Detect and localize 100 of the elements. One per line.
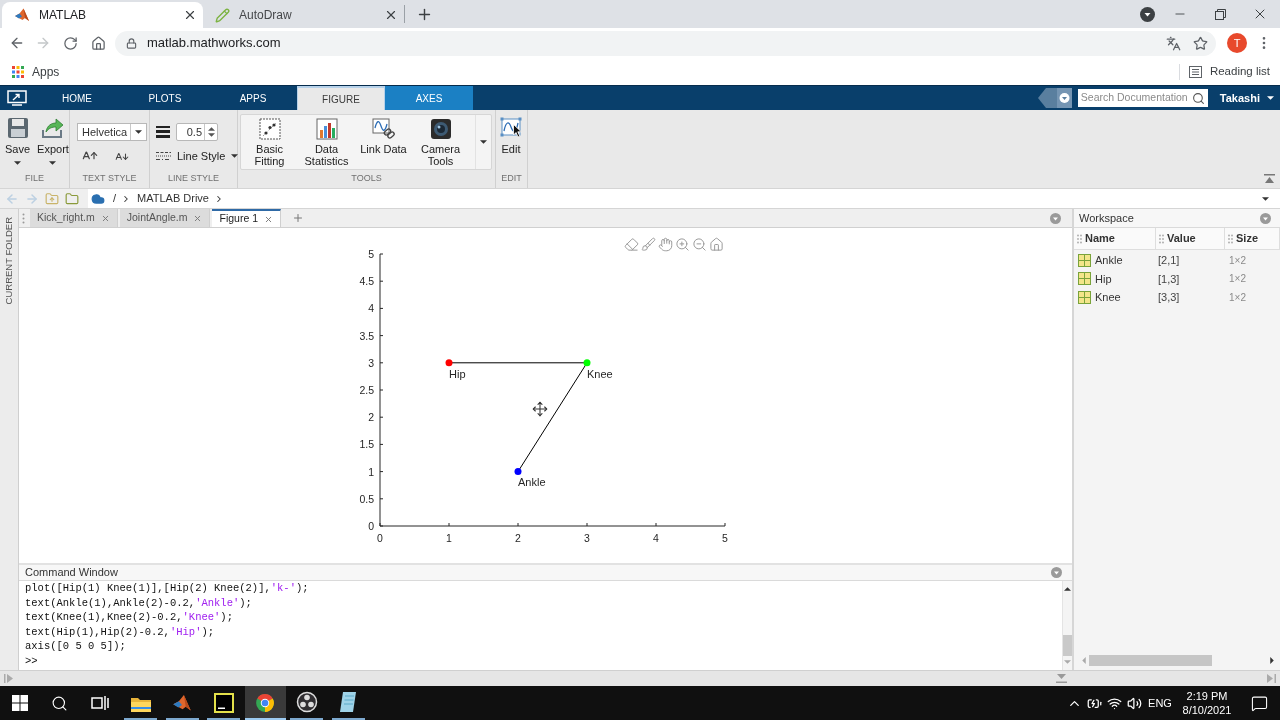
tick-label: 3 bbox=[584, 532, 590, 544]
column-header[interactable]: Value bbox=[1156, 228, 1225, 249]
browser-tab[interactable]: MATLAB bbox=[2, 2, 203, 28]
grip-icon bbox=[1228, 233, 1233, 244]
caret-circle-icon[interactable] bbox=[1051, 567, 1062, 578]
caret-icon[interactable] bbox=[1262, 196, 1269, 201]
folder-icon[interactable] bbox=[65, 191, 79, 206]
bar-chart-icon bbox=[315, 118, 338, 140]
framed-square-logo-icon bbox=[213, 693, 234, 713]
note-icon bbox=[339, 691, 358, 713]
reading-list-button[interactable]: Reading list bbox=[1188, 62, 1270, 81]
tool-button[interactable]: Camera Tools bbox=[412, 115, 469, 169]
monitor-icon[interactable] bbox=[6, 90, 27, 106]
address-field[interactable]: matlab.mathworks.com bbox=[115, 30, 1216, 56]
taskbar-app-button[interactable] bbox=[244, 686, 286, 720]
ribbon-tab[interactable]: FIGURE bbox=[297, 86, 385, 110]
volume-icon[interactable] bbox=[1126, 695, 1142, 711]
bookmark-link[interactable]: Apps bbox=[12, 62, 60, 81]
export-button[interactable]: Export bbox=[37, 117, 69, 172]
caret-icon bbox=[14, 161, 22, 165]
side-panel-label[interactable]: CURRENT FOLDER bbox=[1, 217, 17, 305]
font-dropdown[interactable]: Helvetica bbox=[77, 123, 147, 141]
search-icon[interactable] bbox=[1191, 91, 1205, 105]
restore-icon[interactable] bbox=[1214, 8, 1226, 20]
scroll-up-icon[interactable] bbox=[1064, 587, 1071, 591]
user-menu[interactable]: Takashi bbox=[1219, 89, 1274, 107]
spin-down-icon[interactable] bbox=[207, 133, 215, 137]
variable-name[interactable]: Ankle bbox=[1095, 252, 1123, 269]
tool-button[interactable]: Data Statistics bbox=[298, 115, 355, 169]
tick-label: 2 bbox=[368, 411, 374, 424]
home-icon[interactable] bbox=[90, 35, 106, 51]
close-icon[interactable] bbox=[183, 8, 197, 22]
ribbon-tab[interactable]: AXES bbox=[385, 86, 473, 110]
caret-icon bbox=[231, 154, 239, 159]
scrollbar-thumb[interactable] bbox=[1089, 654, 1212, 666]
document-tab[interactable]: Kick_right.m bbox=[30, 209, 118, 227]
task-view-icon[interactable] bbox=[91, 695, 109, 711]
lock-icon bbox=[126, 37, 137, 49]
collapse-tab-icon[interactable] bbox=[1037, 88, 1072, 108]
point-label: Hip bbox=[449, 367, 466, 380]
clock-time[interactable]: 2:19 PM bbox=[1186, 689, 1228, 703]
translate-icon[interactable] bbox=[1166, 35, 1181, 51]
command-prompt[interactable]: >> bbox=[25, 653, 38, 669]
tick-label: 5 bbox=[722, 532, 728, 544]
tick-label: 0.5 bbox=[359, 492, 374, 505]
cloud-icon[interactable] bbox=[91, 191, 105, 206]
three-circles-logo-icon bbox=[295, 691, 318, 713]
scrollbar-thumb[interactable] bbox=[1063, 635, 1072, 656]
tool-button[interactable]: Link Data bbox=[355, 115, 412, 169]
section-label: TOOLS bbox=[351, 172, 382, 184]
path-root[interactable]: / bbox=[113, 190, 117, 207]
caret-circle-icon[interactable] bbox=[1260, 212, 1271, 224]
move-cursor-icon bbox=[532, 401, 548, 417]
gallery-expand-icon[interactable] bbox=[480, 140, 487, 144]
point-label: Ankle bbox=[518, 476, 546, 489]
star-icon[interactable] bbox=[1193, 35, 1208, 51]
windows-logo-icon[interactable] bbox=[11, 695, 28, 711]
code-line: text(Ankle(1),Ankle(2)-0.2,'Ankle'); bbox=[25, 595, 252, 611]
pencil-icon bbox=[215, 7, 230, 23]
tick-label: 1 bbox=[368, 465, 374, 478]
search-field[interactable]: Search Documentation bbox=[1077, 89, 1208, 107]
search-icon[interactable] bbox=[51, 694, 68, 712]
tick-label: 5 bbox=[368, 248, 374, 260]
matrix-icon bbox=[1078, 290, 1091, 304]
path-segment[interactable]: MATLAB Drive bbox=[137, 190, 209, 207]
caret-circle-icon[interactable] bbox=[1050, 212, 1061, 224]
add-tab-icon[interactable] bbox=[292, 212, 304, 224]
variable-name[interactable]: Hip bbox=[1095, 270, 1112, 287]
column-header[interactable]: Size bbox=[1225, 228, 1280, 249]
tab-search-icon[interactable] bbox=[1140, 6, 1155, 22]
folder-icon bbox=[129, 695, 152, 713]
line-style-dropdown[interactable]: Line Style bbox=[156, 148, 239, 165]
reload-icon[interactable] bbox=[62, 35, 78, 51]
notification-icon[interactable] bbox=[1250, 694, 1268, 712]
tool-button[interactable]: Basic Fitting bbox=[241, 115, 298, 169]
wifi-icon[interactable] bbox=[1106, 695, 1122, 711]
line-width-spinner[interactable]: 0.5 bbox=[176, 123, 218, 141]
close-icon[interactable] bbox=[384, 8, 398, 22]
panel-title: Workspace bbox=[1079, 210, 1134, 226]
back-icon[interactable] bbox=[9, 35, 25, 51]
variable-name[interactable]: Knee bbox=[1095, 289, 1121, 306]
grip-icon bbox=[1077, 233, 1082, 244]
document-tab[interactable]: JointAngle.m bbox=[119, 209, 211, 227]
camera-lens-icon bbox=[429, 118, 452, 140]
tick-label: 4.5 bbox=[359, 275, 374, 288]
matrix-icon bbox=[1078, 253, 1091, 267]
running-indicator bbox=[165, 718, 199, 720]
list-icon bbox=[1188, 65, 1202, 78]
scroll-right-icon[interactable] bbox=[1270, 656, 1274, 664]
running-indicator bbox=[207, 718, 241, 720]
save-button[interactable]: Save bbox=[5, 117, 31, 172]
collapse-icon[interactable] bbox=[1264, 174, 1275, 183]
clock-date[interactable]: 8/10/2021 bbox=[1182, 703, 1232, 717]
spin-up-icon[interactable] bbox=[207, 127, 215, 131]
column-header[interactable]: Name bbox=[1074, 228, 1156, 249]
language-indicator[interactable]: ENG bbox=[1148, 694, 1172, 712]
code-line: axis([0 5 0 5]); bbox=[25, 639, 126, 654]
document-tab[interactable]: Figure 1 bbox=[212, 209, 281, 227]
home-icon[interactable] bbox=[709, 237, 724, 252]
section-label: FILE bbox=[25, 172, 44, 184]
